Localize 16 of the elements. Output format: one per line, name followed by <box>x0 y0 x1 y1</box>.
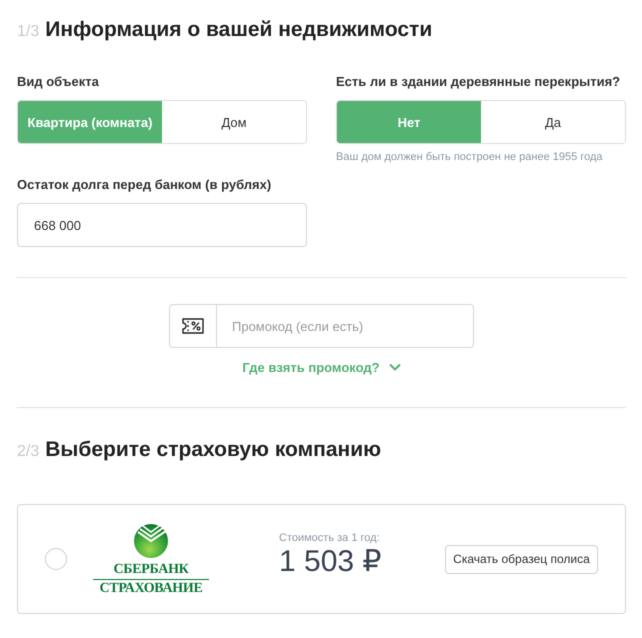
ticket-percent-icon <box>182 318 204 334</box>
section-title: Выберите страховую компанию <box>45 437 382 463</box>
logo-text: СТРАХОВАНИЕ <box>100 582 202 596</box>
section-title: Информация о вашей недвижимости <box>45 17 432 43</box>
price-label: Стоимость за 1 год: <box>279 531 381 545</box>
debt-input-field[interactable]: 668 000 <box>17 203 307 247</box>
field-label: Остаток долга перед банком (в рублях) <box>17 176 272 194</box>
download-sample-button[interactable]: Скачать образец полиса <box>445 544 598 574</box>
radio-button[interactable] <box>45 548 67 570</box>
hint-text: Ваш дом должен быть построен не ранее 1955 года <box>336 150 604 164</box>
sphere-logo-icon <box>134 524 168 558</box>
field-label: Вид объекта <box>17 73 100 91</box>
field-label: Есть ли в здании деревянные перекрытия? <box>336 73 622 91</box>
logo-text: СБЕРБАНК <box>113 563 189 577</box>
promo-code-input[interactable]: Промокод (если есть) <box>217 304 474 348</box>
price-value: 1 503 ₽ <box>279 545 382 579</box>
